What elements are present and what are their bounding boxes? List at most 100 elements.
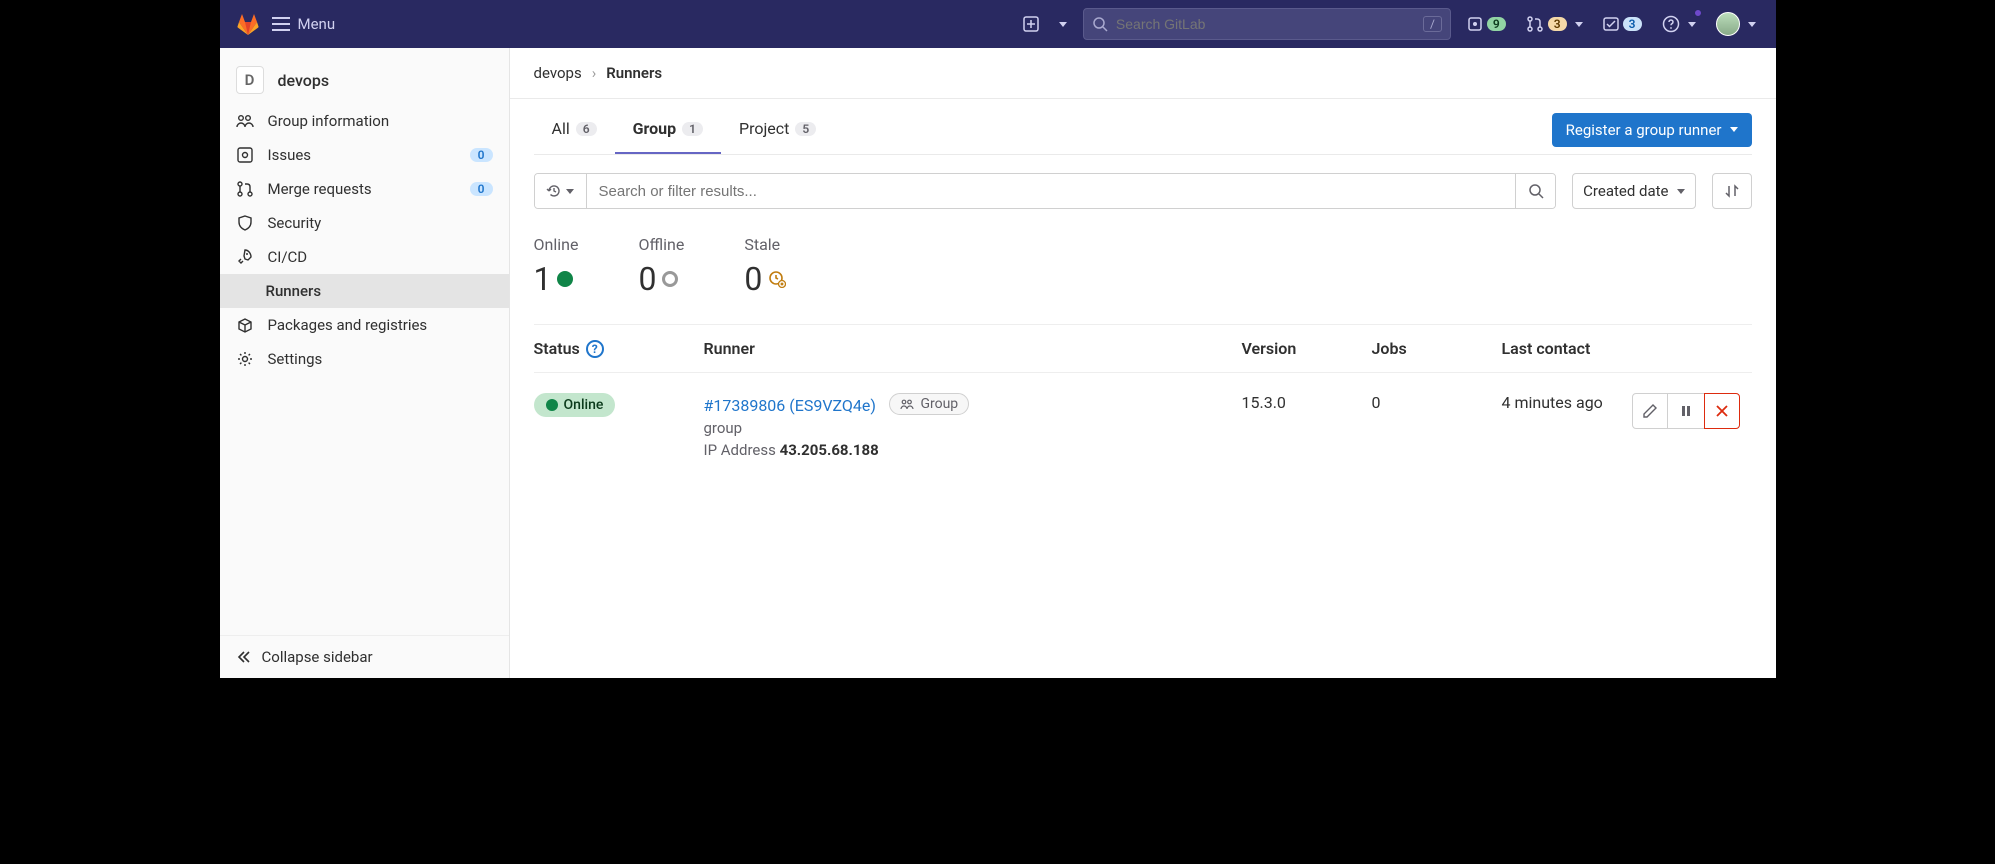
sort-direction-button[interactable] [1712,173,1752,209]
menu-button[interactable]: Menu [272,15,336,33]
pause-icon [1679,404,1693,418]
online-dot-icon [546,399,558,411]
stat-label: Stale [744,235,786,254]
col-header-runner: Runner [704,339,1242,358]
user-menu[interactable] [1712,8,1760,40]
tab-group[interactable]: Group 1 [615,105,721,154]
table-row: Online #17389806 (ES9VZQ4e) Group group [534,373,1752,479]
stat-value: 0 [744,260,762,298]
sidebar-item-label: Runners [266,282,322,300]
group-avatar: D [236,66,264,94]
mr-count-badge: 3 [1548,17,1567,31]
stat-label: Online [534,235,579,254]
offline-ring-icon [662,271,678,287]
sidebar-item-settings[interactable]: Settings [220,342,509,376]
chevron-down-icon [1677,189,1685,194]
filter-row: Created date [534,173,1752,209]
search-input[interactable] [1116,16,1415,32]
delete-runner-button[interactable] [1704,393,1740,429]
runner-jobs: 0 [1372,393,1502,412]
chevron-down-icon [566,189,574,194]
sort-select[interactable]: Created date [1572,173,1695,209]
sidebar-item-label: Merge requests [268,180,372,198]
merge-requests-counter[interactable]: 3 [1522,11,1587,37]
sidebar: D devops Group information Issues 0 Merg… [220,48,510,678]
tab-all[interactable]: All 6 [534,105,615,154]
register-group-runner-button[interactable]: Register a group runner [1552,113,1752,147]
search-shortcut-key: / [1423,16,1442,32]
notification-dot-icon [1694,9,1702,17]
filter-input[interactable] [587,174,1516,208]
tab-count: 5 [795,122,816,136]
sidebar-item-label: CI/CD [268,248,308,266]
stale-clock-icon [768,270,786,288]
group-icon [900,397,914,411]
close-icon [1715,404,1729,418]
group-info-icon [236,112,254,130]
mr-count: 0 [470,182,493,196]
breadcrumb-parent[interactable]: devops [534,64,582,82]
merge-icon [236,180,254,198]
shield-icon [236,214,254,232]
topbar: Menu / 9 3 3 [220,0,1776,48]
pencil-icon [1642,403,1658,419]
collapse-sidebar-button[interactable]: Collapse sidebar [220,635,509,678]
new-dropdown[interactable] [1055,18,1071,31]
todos-counter[interactable]: 3 [1599,12,1646,36]
chevron-down-icon [1730,127,1738,132]
row-actions [1632,393,1752,429]
todo-icon [1603,16,1619,32]
new-button[interactable] [1019,12,1043,36]
avatar-icon [1716,12,1740,36]
register-label: Register a group runner [1566,121,1722,139]
gear-icon [236,350,254,368]
collapse-label: Collapse sidebar [262,648,373,666]
search-box[interactable]: / [1083,8,1451,40]
runner-id-link[interactable]: #17389806 (ES9VZQ4e) [704,396,876,415]
sidebar-item-merge-requests[interactable]: Merge requests 0 [220,172,509,206]
sidebar-item-group-information[interactable]: Group information [220,104,509,138]
runner-last-contact: 4 minutes ago [1502,393,1632,412]
stat-online: Online 1 [534,235,579,298]
gitlab-logo-icon[interactable] [236,12,260,36]
merge-request-icon [1526,15,1544,33]
tab-label: Project [739,119,789,138]
stats-row: Online 1 Offline 0 Stale 0 [534,213,1752,325]
pause-runner-button[interactable] [1668,393,1704,429]
sidebar-item-cicd[interactable]: CI/CD [220,240,509,274]
todos-count-badge: 3 [1623,17,1642,31]
sort-desc-icon [1724,183,1740,199]
sidebar-subitem-runners[interactable]: Runners [220,274,509,308]
table-header: Status ? Runner Version Jobs Last contac… [534,325,1752,373]
tab-label: Group [633,119,677,138]
sidebar-item-security[interactable]: Security [220,206,509,240]
issues-counter[interactable]: 9 [1463,12,1510,36]
chevron-down-icon [1688,22,1696,27]
stat-value: 0 [638,260,656,298]
sidebar-item-packages[interactable]: Packages and registries [220,308,509,342]
sidebar-item-issues[interactable]: Issues 0 [220,138,509,172]
sidebar-item-label: Issues [268,146,312,164]
sidebar-item-label: Security [268,214,322,232]
col-header-jobs: Jobs [1372,339,1502,358]
filter-search-button[interactable] [1515,174,1555,208]
edit-runner-button[interactable] [1632,393,1668,429]
status-help-button[interactable]: ? [586,340,604,358]
search-history-button[interactable] [535,174,587,208]
tab-project[interactable]: Project 5 [721,105,834,154]
chevron-down-icon [1575,22,1583,27]
history-icon [546,183,562,199]
status-badge: Online [534,393,616,417]
col-header-version: Version [1242,339,1372,358]
issue-icon [1467,16,1483,32]
tab-label: All [552,119,570,138]
stat-label: Offline [638,235,684,254]
sidebar-group-header[interactable]: D devops [220,56,509,104]
runner-scope-pill: Group [889,393,969,415]
stat-stale: Stale 0 [744,235,786,298]
stat-value: 1 [534,260,552,298]
package-icon [236,316,254,334]
group-name: devops [278,71,330,90]
issues-count: 0 [470,148,493,162]
help-button[interactable] [1658,11,1700,37]
